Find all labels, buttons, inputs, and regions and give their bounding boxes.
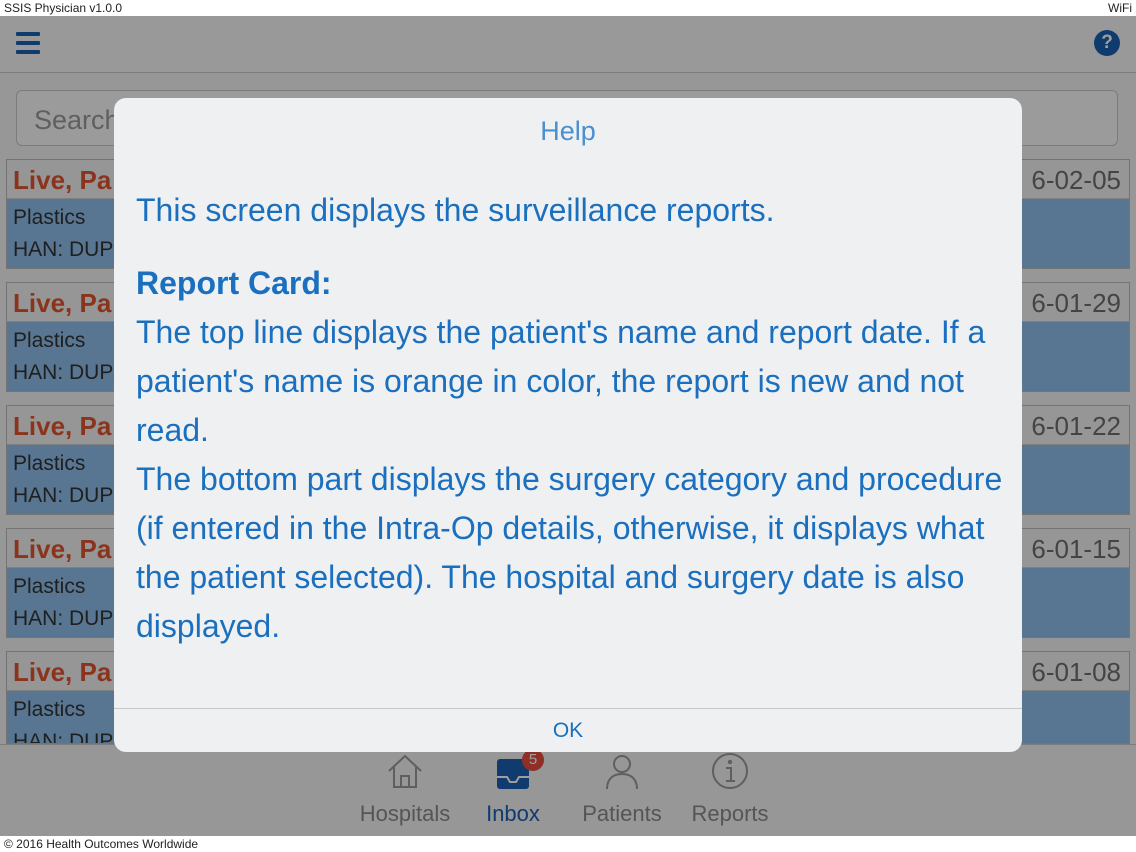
dialog-paragraph-2: The bottom part displays the surgery cat…: [136, 461, 1003, 644]
app-version-label: SSIS Physician v1.0.0: [4, 1, 123, 15]
report-card-heading: Report Card:: [136, 265, 332, 301]
app-screen: ? Search Live, Pa 6-02-05 Plastics HAN: …: [0, 16, 1136, 836]
dialog-message: This screen displays the surveillance re…: [136, 186, 1006, 651]
dialog-intro: This screen displays the surveillance re…: [136, 192, 775, 228]
copyright-footer: © 2016 Health Outcomes Worldwide: [0, 836, 1136, 852]
help-dialog: Help This screen displays the surveillan…: [114, 98, 1022, 752]
status-bar: SSIS Physician v1.0.0 WiFi: [0, 0, 1136, 16]
dialog-title: Help: [540, 116, 596, 146]
wifi-indicator: WiFi: [1108, 1, 1132, 15]
dialog-paragraph-1: The top line displays the patient's name…: [136, 314, 986, 448]
ok-button[interactable]: OK: [114, 709, 1022, 752]
